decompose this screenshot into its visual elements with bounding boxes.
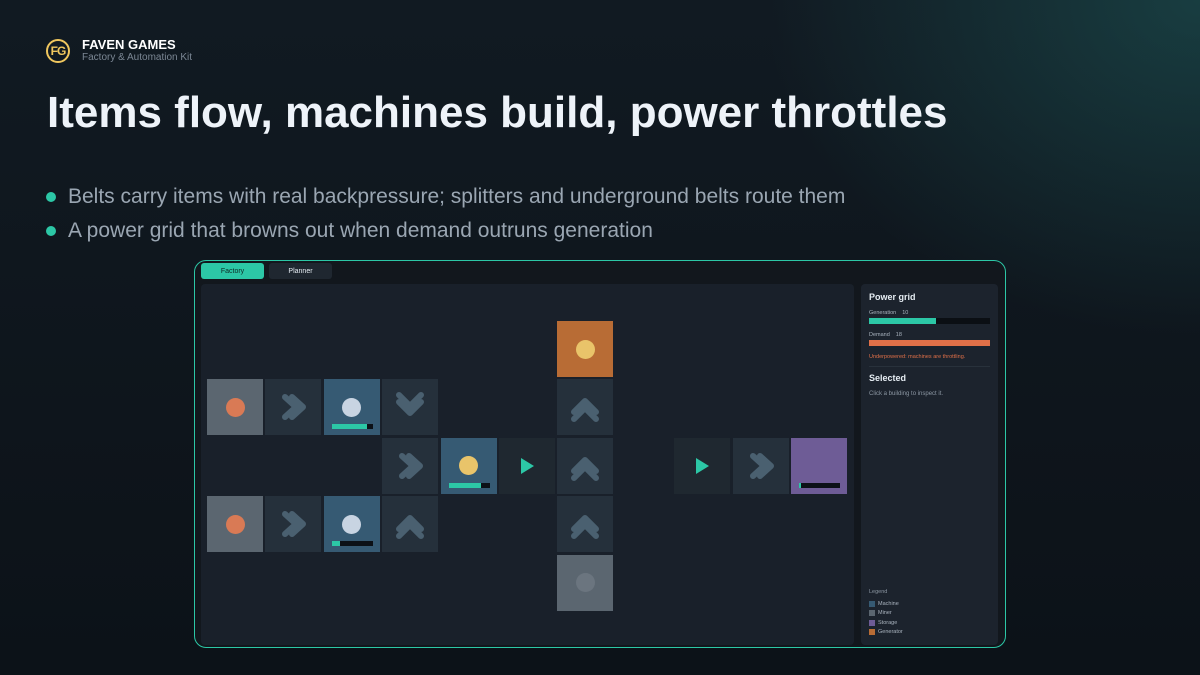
plain-tile[interactable] xyxy=(499,437,555,494)
faven-games-logo: FG xyxy=(46,38,70,63)
plate-icon xyxy=(342,514,362,534)
miner-tile[interactable] xyxy=(207,379,263,436)
inserter-arrow-icon xyxy=(512,451,542,481)
belt-tile[interactable] xyxy=(382,496,439,553)
belt-arrow-up-icon xyxy=(570,509,600,540)
plain-tile[interactable] xyxy=(674,437,731,494)
belt-tile[interactable] xyxy=(382,437,439,494)
progress-bar xyxy=(448,482,490,488)
page-title: Items flow, machines build, power thrott… xyxy=(47,88,948,137)
belt-tile[interactable] xyxy=(265,496,322,553)
belt-tile[interactable] xyxy=(732,437,789,494)
legend-label: Generator xyxy=(878,629,903,636)
tab-bar: Factory Planner xyxy=(201,263,332,279)
miner-swatch xyxy=(869,610,875,617)
plate-icon xyxy=(342,397,362,417)
feature-list: Belts carry items with real backpressure… xyxy=(46,180,845,248)
belt-tile[interactable] xyxy=(382,379,439,436)
belt-tile[interactable] xyxy=(557,437,614,494)
brand-name: FAVEN GAMES xyxy=(82,37,176,52)
belt-arrow-right-icon xyxy=(746,451,776,481)
feature-text: A power grid that browns out when demand… xyxy=(68,219,653,242)
legend-label: Storage xyxy=(878,619,898,626)
progress-bar xyxy=(799,482,840,488)
power-grid-title: Power grid xyxy=(869,292,916,302)
legend-item-machine: Machine xyxy=(869,599,903,609)
ore-icon xyxy=(225,397,245,417)
storage-swatch xyxy=(869,619,875,626)
machine-swatch xyxy=(869,600,875,607)
belt-tile[interactable] xyxy=(557,379,614,436)
legend: Legend Machine Miner Storage Generator xyxy=(869,589,903,637)
generation-label: Generation xyxy=(869,310,897,316)
legend-item-generator: Generator xyxy=(869,628,903,638)
progress-fill xyxy=(331,541,340,547)
belt-tile[interactable] xyxy=(557,496,614,553)
generation-value: 10 xyxy=(902,310,909,316)
legend-item-miner: Miner xyxy=(869,609,903,619)
progress-fill xyxy=(448,482,481,488)
selected-hint: Click a building to inspect it. xyxy=(869,391,944,397)
progress-bar xyxy=(331,424,373,430)
legend-label: Machine xyxy=(878,600,899,607)
depleted-ore-icon xyxy=(575,573,595,593)
bullet-dot-icon xyxy=(46,226,56,236)
divider xyxy=(869,366,990,367)
feature-item: Belts carry items with real backpressure… xyxy=(46,180,845,214)
legend-label: Miner xyxy=(878,610,892,617)
sidebar: Power grid Generation 10 Demand 18 Underpo… xyxy=(861,284,998,645)
belt-arrow-right-icon xyxy=(278,392,308,422)
progress-fill xyxy=(331,424,367,430)
belt-arrow-right-icon xyxy=(395,451,425,481)
belt-arrow-down-icon xyxy=(395,392,425,422)
demand-bar-fill xyxy=(869,340,990,346)
inserter-arrow-icon xyxy=(687,451,717,481)
belt-arrow-up-icon xyxy=(570,451,600,481)
machine-tile[interactable] xyxy=(323,379,380,436)
generator-swatch xyxy=(869,629,875,636)
progress-fill xyxy=(799,482,802,488)
miner-tile[interactable] xyxy=(557,554,614,611)
demand-label: Demand xyxy=(869,332,890,338)
belt-arrow-up-icon xyxy=(395,509,425,540)
generation-metric: Generation 10 xyxy=(869,310,990,316)
brand-subtitle: Factory & Automation Kit xyxy=(82,52,193,63)
tab-planner[interactable]: Planner xyxy=(269,263,332,279)
brand: FG FAVEN GAMES Factory & Automation Kit xyxy=(46,38,192,63)
belt-arrow-right-icon xyxy=(278,509,308,539)
feature-text: Belts carry items with real backpressure… xyxy=(68,185,846,208)
storage-tile[interactable] xyxy=(791,437,847,494)
tab-factory[interactable]: Factory xyxy=(201,263,264,279)
machine-tile[interactable] xyxy=(323,496,380,553)
generation-bar xyxy=(869,318,990,324)
machine-tile[interactable] xyxy=(440,437,497,494)
legend-title: Legend xyxy=(869,589,888,595)
generation-bar-fill xyxy=(869,318,937,324)
demand-bar xyxy=(869,340,990,346)
underpowered-warning: Underpowered: machines are throttling. xyxy=(869,354,966,360)
bullet-dot-icon xyxy=(46,192,56,202)
demand-value: 18 xyxy=(895,332,902,338)
legend-item-storage: Storage xyxy=(869,618,903,628)
feature-item: A power grid that browns out when demand… xyxy=(46,214,845,248)
selected-title: Selected xyxy=(869,373,907,383)
factory-grid[interactable] xyxy=(201,284,854,645)
game-window: Factory Planner Power grid Generation 10 … xyxy=(194,260,1006,648)
demand-metric: Demand 18 xyxy=(869,332,990,338)
progress-bar xyxy=(331,541,373,547)
belt-tile[interactable] xyxy=(265,379,322,436)
belt-arrow-up-icon xyxy=(570,392,600,423)
generator-tile[interactable] xyxy=(557,321,614,377)
miner-tile[interactable] xyxy=(207,496,263,553)
generator-fuel-icon xyxy=(575,339,595,359)
gear-item-icon xyxy=(459,456,479,476)
ore-icon xyxy=(225,514,245,534)
